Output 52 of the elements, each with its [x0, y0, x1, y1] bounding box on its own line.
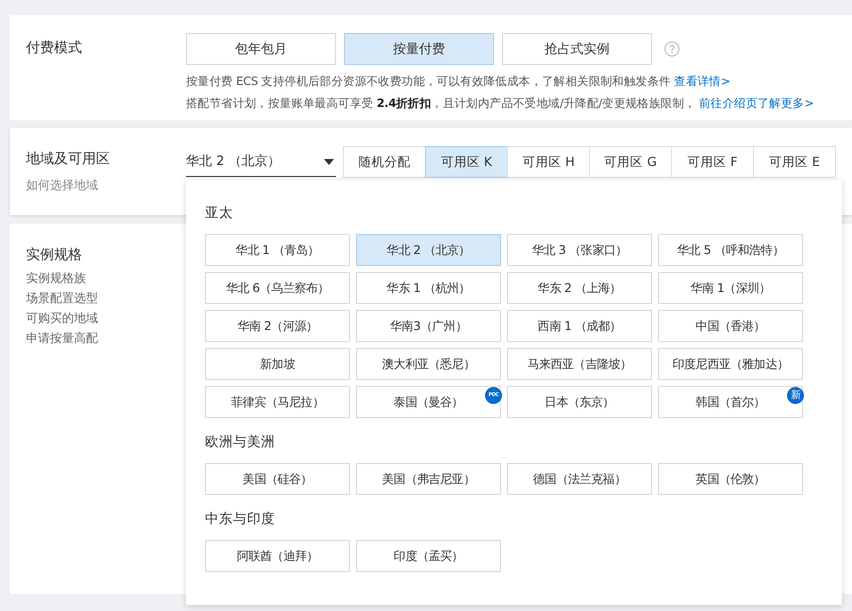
- region-option[interactable]: 华北 2 （北京）: [356, 234, 501, 266]
- region-option[interactable]: 德国（法兰克福）: [507, 463, 652, 495]
- region-option[interactable]: 华东 2 （上海）: [507, 272, 652, 304]
- side-link[interactable]: 实例规格族: [26, 270, 186, 287]
- region-option[interactable]: 华东 1 （杭州）: [356, 272, 501, 304]
- zone-tab[interactable]: 可用区 H: [507, 146, 590, 178]
- region-option[interactable]: 菲律宾（马尼拉）: [205, 386, 350, 418]
- region-option[interactable]: 澳大利亚（悉尼）: [356, 348, 501, 380]
- region-option[interactable]: 华北 1 （青岛）: [205, 234, 350, 266]
- region-option[interactable]: 韩国（首尔） 新: [658, 386, 803, 418]
- region-select[interactable]: 华北 2 （北京）: [186, 146, 336, 177]
- region-option[interactable]: 华南 2（河源）: [205, 310, 350, 342]
- billing-option[interactable]: 抢占式实例: [502, 33, 652, 65]
- zone-tab[interactable]: 可用区 E: [753, 146, 836, 178]
- note-text: 搭配节省计划，按量账单最高可享受 2.4折折扣，且计划内产品不受地域/升降配/变更规格族限制， 前往介绍页了解更多>: [186, 95, 814, 112]
- details-link[interactable]: 前往介绍页了解更多>: [699, 96, 814, 110]
- region-option[interactable]: 华南3（广州）: [356, 310, 501, 342]
- region-option[interactable]: 西南 1 （成都）: [507, 310, 652, 342]
- region-option[interactable]: 华北 6（乌兰察布）: [205, 272, 350, 304]
- badge: 新: [787, 387, 804, 404]
- zone-tab[interactable]: 可用区 K: [425, 146, 508, 178]
- section-label: 地域及可用区: [26, 150, 111, 169]
- side-link[interactable]: 可购买的地域: [26, 310, 186, 327]
- region-option[interactable]: 中国（香港）: [658, 310, 803, 342]
- section-label: 实例规格: [26, 246, 83, 264]
- note-text: 按量付费 ECS 支持停机后部分资源不收费功能，可以有效降低成本，了解相关限制和触发条件 查看详情>: [186, 73, 732, 90]
- side-link[interactable]: 申请按量高配: [26, 330, 186, 347]
- zone-tab[interactable]: 随机分配: [343, 146, 426, 178]
- side-link[interactable]: 场景配置选型: [26, 290, 186, 307]
- region-option[interactable]: 华南 1（深圳）: [658, 272, 803, 304]
- region-option[interactable]: 英国（伦敦）: [658, 463, 803, 495]
- group-title: 中东与印度: [205, 510, 276, 528]
- zone-tab[interactable]: 可用区 F: [671, 146, 754, 178]
- region-option[interactable]: 华北 5 （呼和浩特）: [658, 234, 803, 266]
- details-link[interactable]: 查看详情>: [674, 74, 730, 88]
- region-option[interactable]: 印度尼西亚（雅加达）: [658, 348, 803, 380]
- region-option[interactable]: 日本（东京）: [507, 386, 652, 418]
- region-option[interactable]: 阿联酋（迪拜）: [205, 540, 350, 572]
- group-title: 欧洲与美洲: [205, 433, 276, 451]
- region-option[interactable]: 印度（孟买）: [356, 540, 501, 572]
- region-option[interactable]: 新加坡: [205, 348, 350, 380]
- billing-option[interactable]: 包年包月: [186, 33, 336, 65]
- zone-tab[interactable]: 可用区 G: [589, 146, 672, 178]
- group-title: 亚太: [205, 204, 234, 222]
- region-option[interactable]: 美国（硅谷）: [205, 463, 350, 495]
- section-label: 付费模式: [26, 39, 83, 58]
- region-option[interactable]: 华北 3 （张家口）: [507, 234, 652, 266]
- region-option[interactable]: 马来西亚（吉隆坡）: [507, 348, 652, 380]
- help-link[interactable]: 如何选择地域: [26, 177, 186, 194]
- billing-option[interactable]: 按量付费: [344, 33, 494, 65]
- region-option[interactable]: 美国（弗吉尼亚）: [356, 463, 501, 495]
- help-icon[interactable]: [664, 41, 680, 57]
